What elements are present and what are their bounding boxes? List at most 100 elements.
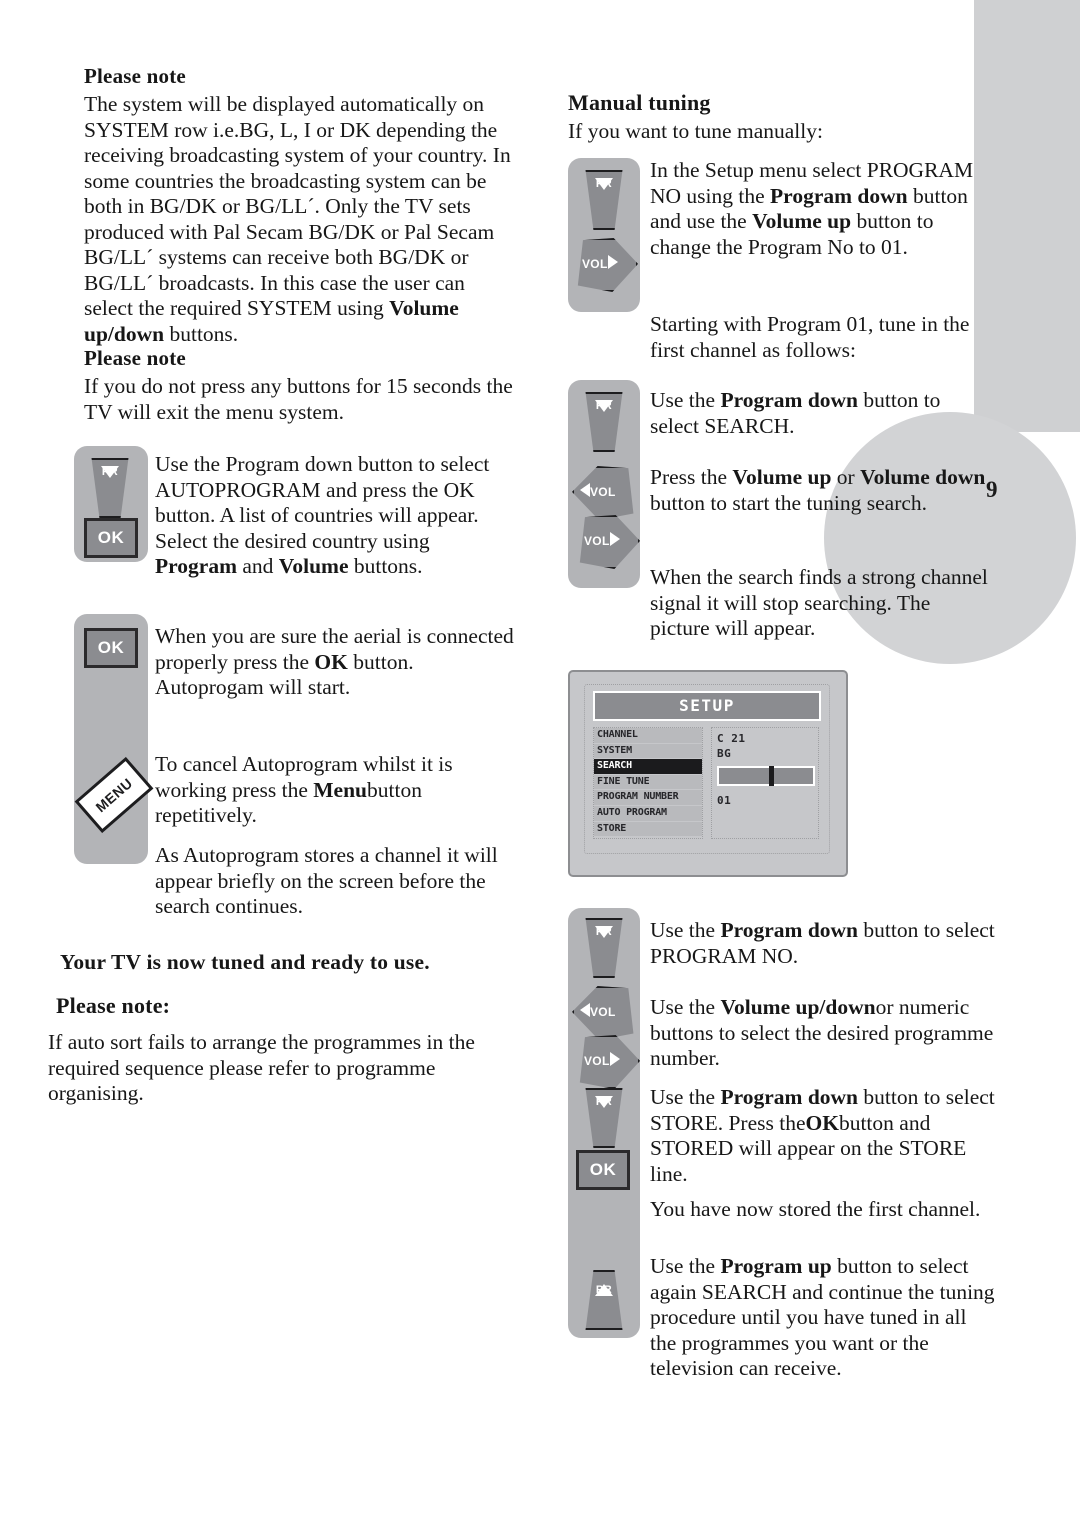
osd-channel-value: C 21 [717, 732, 746, 745]
program-down-button-icon-r3[interactable]: PR [585, 918, 623, 978]
please-note-body-2: If you do not press any buttons for 15 s… [84, 374, 513, 424]
right-margin-bar [974, 0, 1080, 432]
step-search-text: Use the Program down button to select SE… [650, 388, 985, 439]
button-strip-search: PR VOL VOL [568, 380, 640, 588]
volume-down-button-icon-2[interactable]: VOL [572, 986, 634, 1040]
program-down-button-icon-r4[interactable]: PR [585, 1088, 623, 1148]
numeric-text: Use the [650, 995, 721, 1019]
program-up-label: PR [595, 1284, 613, 1296]
autoprogram-tail: buttons. [348, 554, 423, 578]
repeat-bold: Program up [720, 1254, 832, 1278]
triangle-down-icon-r3 [595, 926, 613, 950]
osd-system-value: BG [717, 747, 732, 760]
triangle-down-icon [101, 466, 119, 490]
pressvol-text: Press the [650, 465, 733, 489]
osd-menu-list: CHANNEL SYSTEM SEARCH FINE TUNE PROGRAM NUMB… [593, 727, 703, 839]
volume-down-inner: VOL [580, 483, 616, 499]
step-stores-text: As Autoprogram stores a channel it will … [155, 843, 498, 918]
button-strip-setup: PR VOL [568, 158, 640, 312]
setup-bold-volup: Volume up [752, 209, 852, 233]
program-down-button-icon[interactable]: PR [91, 458, 129, 518]
volume-down-label: VOL [590, 485, 616, 499]
osd-menu-item[interactable]: FINE TUNE [594, 774, 702, 791]
manual-tuning-heading: Manual tuning [568, 90, 711, 115]
volume-up-inner: VOL [582, 255, 618, 271]
please-note-heading-2: Please note [84, 346, 186, 370]
autoprogram-bold-program: Program [155, 554, 237, 578]
triangle-down-icon-r2 [595, 400, 613, 424]
pressvol-tail: button to start the tuning search. [650, 490, 928, 515]
program-down-button-icon-r2[interactable]: PR [585, 392, 623, 452]
note1-tail: buttons. [164, 321, 239, 346]
repeat-text: Use the [650, 1254, 721, 1278]
step-program-no-text: Use the Program down button to select PR… [650, 918, 995, 969]
osd-menu-item[interactable]: SEARCH [594, 759, 702, 775]
please-note-heading-3: Please note: [56, 993, 171, 1018]
triangle-down-icon-r1 [595, 178, 613, 202]
osd-menu-item[interactable]: AUTO PROGRAM [594, 805, 702, 822]
volume-down-button-icon[interactable]: VOL [572, 466, 634, 520]
pressvol-mid: or [831, 465, 861, 489]
step-press-vol-text: Press the Volume up or Volume down butto… [650, 465, 990, 516]
progno-bold: Program down [720, 918, 859, 942]
triangle-right-icon [607, 255, 618, 269]
please-note-heading-1: Please note [84, 64, 186, 88]
osd-menu-item[interactable]: PROGRAM NUMBER [594, 790, 702, 806]
step-setup-text: In the Setup menu select PROGRAM NO usin… [650, 158, 980, 260]
volume-up-label-3: VOL [584, 1054, 610, 1068]
step-numeric-text: Use the Volume up/downor numeric buttons… [650, 995, 1000, 1072]
ok-button-icon[interactable]: OK [84, 518, 138, 558]
tuned-heading: Your TV is now tuned and ready to use. [60, 950, 430, 974]
search-bold: Program down [720, 388, 859, 412]
manual-tuning-subheading: If you want to tune manually: [568, 119, 823, 143]
autoprogram-bold-volume: Volume [278, 554, 349, 578]
aerial-bold-ok: OK [314, 649, 348, 674]
autoprogram-text: Use the Program down button to select AU… [155, 452, 490, 553]
setup-menu-screenshot: SETUP CHANNEL SYSTEM SEARCH FINE TUNE PROGRA… [568, 670, 848, 877]
triangle-left-icon [580, 483, 590, 497]
volume-up-button-icon-3[interactable]: VOL [579, 1035, 640, 1089]
volume-up-button-icon[interactable]: VOL [577, 238, 638, 292]
ok-button-icon-r1[interactable]: OK [576, 1150, 630, 1190]
step-cancel-text: To cancel Autoprogram whilst it is worki… [155, 752, 517, 829]
volume-up-label: VOL [582, 257, 608, 271]
step-stored-first-text: You have now stored the first channel. [650, 1197, 981, 1221]
pressvol-bold-down: Volume down [860, 465, 986, 489]
ok-button-icon-2[interactable]: OK [84, 628, 138, 668]
store-bold-ok: OK [805, 1110, 839, 1135]
step-store-text: Use the Program down button to select ST… [650, 1085, 995, 1187]
please-note-body-1: The system will be displayed automatical… [84, 92, 516, 347]
button-strip-autoprogram: PR OK [74, 446, 148, 562]
volume-up-label-2: VOL [584, 534, 610, 548]
progno-text: Use the [650, 918, 721, 942]
osd-search-slider[interactable] [717, 766, 815, 786]
volume-down-label-2: VOL [590, 1005, 616, 1019]
volume-up-button-icon-2[interactable]: VOL [579, 515, 640, 569]
osd-inner-frame: SETUP CHANNEL SYSTEM SEARCH FINE TUNE PROGRA… [584, 684, 830, 854]
step-found-text: When the search finds a strong channel s… [650, 565, 988, 640]
osd-values-panel: C 21 BG 01 [711, 727, 819, 839]
cancel-bold-menu: Menu [313, 777, 367, 802]
step-start-text: Starting with Program 01, tune in the fi… [650, 312, 970, 362]
pressvol-bold-up: Volume up [732, 465, 832, 489]
program-up-button-icon[interactable]: PR [585, 1270, 623, 1330]
osd-menu-item[interactable]: STORE [594, 821, 702, 838]
triangle-down-icon-r4 [595, 1096, 613, 1120]
button-strip-menu: OK MENU [74, 614, 154, 864]
program-down-button-icon-r1[interactable]: PR [585, 170, 623, 230]
triangle-left-icon-2 [580, 1003, 590, 1017]
menu-button-icon[interactable]: MENU [74, 756, 154, 834]
osd-menu-item[interactable]: CHANNEL [594, 728, 702, 744]
store-bold-progdown: Program down [720, 1085, 859, 1109]
button-strip-store: PR VOL VOL PR OK PR [568, 908, 640, 1338]
store-text: Use the [650, 1085, 721, 1109]
osd-menu-item[interactable]: SYSTEM [594, 743, 702, 760]
osd-program-number-value: 01 [717, 794, 732, 807]
setup-bold-progdown: Program down [770, 183, 908, 208]
osd-slider-thumb[interactable] [769, 766, 774, 786]
note1-text: The system will be displayed automatical… [84, 92, 511, 320]
search-text: Use the [650, 388, 721, 412]
numeric-bold: Volume up/down [720, 995, 876, 1019]
osd-title: SETUP [593, 691, 821, 721]
triangle-right-icon-3 [609, 1052, 620, 1066]
